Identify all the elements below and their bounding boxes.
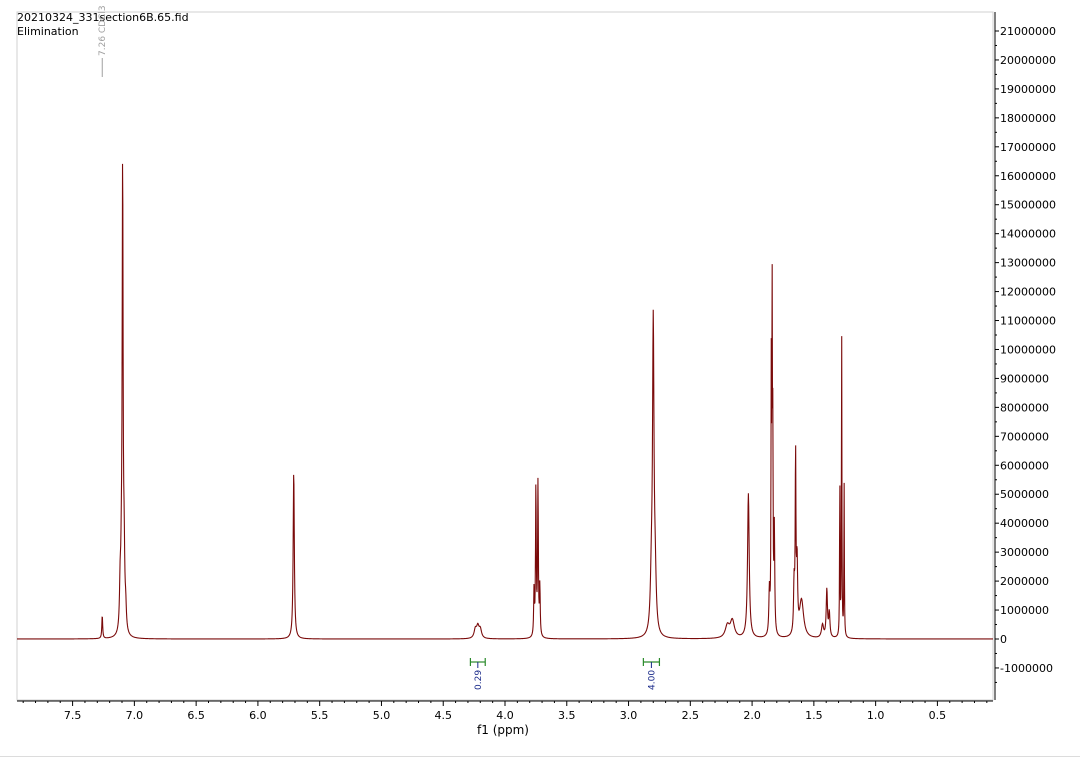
- y-tick-label: 21000000: [1000, 25, 1056, 38]
- y-tick-label: 0: [1000, 633, 1007, 646]
- x-tick-label: 3.0: [620, 709, 638, 722]
- x-axis-title: f1 (ppm): [477, 723, 529, 737]
- plot-frame: [16, 11, 994, 701]
- x-tick-label: 1.0: [867, 709, 885, 722]
- integral-value: 4.00: [647, 670, 657, 690]
- y-tick-label: 3000000: [1000, 546, 1049, 559]
- y-tick-label: 17000000: [1000, 141, 1056, 154]
- x-tick-label: 0.5: [929, 709, 947, 722]
- integral-value: 0.29: [474, 670, 484, 690]
- y-tick-label: 7000000: [1000, 430, 1049, 443]
- y-tick-label: 9000000: [1000, 372, 1049, 385]
- x-tick-label: 4.0: [496, 709, 514, 722]
- y-tick-label: 6000000: [1000, 459, 1049, 472]
- x-tick-label: 6.0: [249, 709, 267, 722]
- reference-label: 7.26 CDCl3: [98, 5, 108, 56]
- y-tick-label: 5000000: [1000, 488, 1049, 501]
- y-tick-label: 18000000: [1000, 112, 1056, 125]
- status-divider: [0, 756, 1080, 757]
- y-tick-label: 8000000: [1000, 401, 1049, 414]
- x-tick-label: 1.5: [805, 709, 823, 722]
- y-tick-label: 20000000: [1000, 54, 1056, 67]
- y-tick-label: 11000000: [1000, 315, 1056, 328]
- y-tick-label: 4000000: [1000, 517, 1049, 530]
- x-tick-label: 4.5: [434, 709, 452, 722]
- integral-region: 4.00: [642, 658, 661, 690]
- spectrum-line: [17, 163, 993, 640]
- x-tick-label: 7.5: [64, 709, 82, 722]
- integral-region: 0.29: [469, 658, 486, 690]
- y-tick-label: 16000000: [1000, 170, 1056, 183]
- x-tick-label: 5.0: [373, 709, 391, 722]
- y-tick-label: 1000000: [1000, 604, 1049, 617]
- y-tick-label: 2000000: [1000, 575, 1049, 588]
- x-tick-label: 5.5: [311, 709, 329, 722]
- y-tick-label: 14000000: [1000, 228, 1056, 241]
- x-tick-label: 6.5: [187, 709, 205, 722]
- x-tick-label: 7.0: [126, 709, 144, 722]
- y-tick-label: 19000000: [1000, 83, 1056, 96]
- y-tick-label: 13000000: [1000, 257, 1056, 270]
- x-tick-label: 2.0: [743, 709, 761, 722]
- y-tick-label: -1000000: [1000, 662, 1053, 675]
- y-tick-label: 15000000: [1000, 199, 1056, 212]
- y-tick-label: 12000000: [1000, 286, 1056, 299]
- x-tick-label: 3.5: [558, 709, 576, 722]
- y-tick-label: 10000000: [1000, 343, 1056, 356]
- x-tick-label: 2.5: [682, 709, 700, 722]
- nmr-spectrum-chart: 0.29 4.00 7.26 CDCl3 7.5 7.0 6.5 6.0 5.5 5.0 4.…: [16, 5, 1056, 737]
